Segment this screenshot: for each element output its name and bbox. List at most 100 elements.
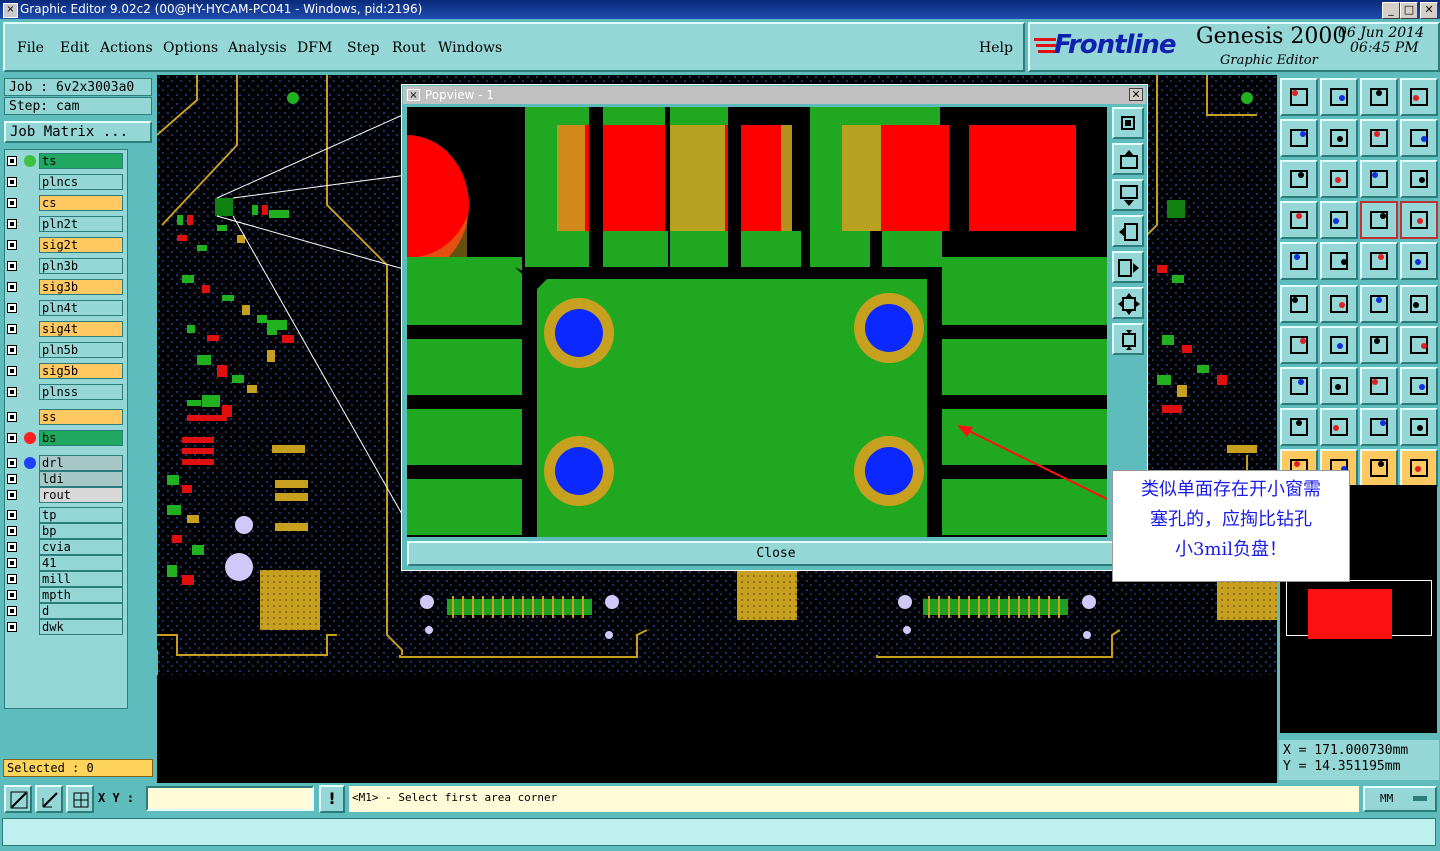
layer-row-d[interactable]: d — [4, 603, 126, 620]
menu-dfm[interactable]: DFM — [297, 40, 332, 56]
layer-checkbox[interactable] — [7, 219, 17, 229]
popview-pan-right-icon[interactable] — [1112, 251, 1144, 283]
layer-row-plncs[interactable]: plncs — [4, 174, 126, 191]
layer-row-ldi[interactable]: ldi — [4, 471, 126, 488]
group-icon[interactable] — [1400, 367, 1438, 405]
layer-checkbox[interactable] — [7, 490, 17, 500]
menu-actions[interactable]: Actions — [100, 40, 153, 56]
layer-row-drl[interactable]: drl — [4, 455, 126, 472]
measure-icon[interactable] — [1360, 367, 1398, 405]
layer-row-mill[interactable]: mill — [4, 571, 126, 588]
menu-windows[interactable]: Windows — [438, 40, 502, 56]
connect-icon[interactable] — [1280, 285, 1318, 323]
add-pad-icon[interactable] — [1280, 242, 1318, 280]
layer-row-ts[interactable]: ts — [4, 153, 126, 170]
layer-row-pln5b[interactable]: pln5b — [4, 342, 126, 359]
triangle-edge-icon[interactable] — [1400, 408, 1438, 446]
segment-icon[interactable] — [1360, 285, 1398, 323]
layer-row-pln2t[interactable]: pln2t — [4, 216, 126, 233]
layer-checkbox[interactable] — [7, 345, 17, 355]
arc-icon[interactable] — [1360, 326, 1398, 364]
ruler-icon[interactable] — [1360, 242, 1398, 280]
layer-checkbox[interactable] — [7, 458, 17, 468]
angle-icon[interactable] — [1280, 326, 1318, 364]
pan-down-icon[interactable] — [1320, 78, 1358, 116]
layer-select-alt-icon[interactable] — [1400, 201, 1438, 239]
layer-row-plnss[interactable]: plnss — [4, 384, 126, 401]
split-icon[interactable] — [1320, 367, 1358, 405]
popview-pan-up-icon[interactable] — [1112, 143, 1144, 175]
popview-canvas[interactable] — [407, 107, 1107, 537]
layer-checkbox[interactable] — [7, 324, 17, 334]
layer-checkbox[interactable] — [7, 542, 17, 552]
layer-row-rout[interactable]: rout — [4, 487, 126, 504]
maximize-button[interactable]: □ — [1400, 2, 1418, 19]
layer-checkbox[interactable] — [7, 156, 17, 166]
layer-row-41[interactable]: 41 — [4, 555, 126, 572]
layer-select-icon[interactable] — [1360, 201, 1398, 239]
menu-options[interactable]: Options — [163, 40, 218, 56]
triangle-icon[interactable] — [1280, 408, 1318, 446]
menu-rout[interactable]: Rout — [392, 40, 426, 56]
layer-row-tp[interactable]: tp — [4, 507, 126, 524]
units-dropdown[interactable]: MM — [1363, 786, 1437, 812]
layer-checkbox[interactable] — [7, 558, 17, 568]
grid-icon[interactable] — [1320, 201, 1358, 239]
layer-checkbox[interactable] — [7, 177, 17, 187]
layer-checkbox[interactable] — [7, 510, 17, 520]
close-window-button[interactable]: ✕ — [1420, 2, 1438, 19]
scale-one-to-two-icon[interactable] — [1360, 160, 1398, 198]
popview-zoom-in-icon[interactable] — [1112, 287, 1144, 319]
layer-checkbox[interactable] — [7, 574, 17, 584]
popview-close-button[interactable]: Close — [407, 541, 1145, 566]
line-icon[interactable] — [1320, 326, 1358, 364]
menu-analysis[interactable]: Analysis — [228, 40, 287, 56]
xy-input[interactable] — [146, 786, 314, 811]
home-icon[interactable] — [1360, 78, 1398, 116]
layer-row-sig5b[interactable]: sig5b — [4, 363, 126, 380]
pan-up-icon[interactable] — [1280, 78, 1318, 116]
layer-checkbox[interactable] — [7, 303, 17, 313]
fit-icon[interactable] — [1360, 119, 1398, 157]
triangle-alt-icon[interactable] — [1320, 408, 1358, 446]
layer-checkbox[interactable] — [7, 622, 17, 632]
layer-checkbox[interactable] — [7, 282, 17, 292]
move-icon[interactable] — [1280, 367, 1318, 405]
layer-checkbox[interactable] — [7, 387, 17, 397]
grid-icon[interactable] — [66, 785, 94, 813]
layer-checkbox[interactable] — [7, 412, 17, 422]
layer-checkbox[interactable] — [7, 198, 17, 208]
menu-step[interactable]: Step — [347, 40, 379, 56]
mirror-icon[interactable] — [1400, 326, 1438, 364]
triangle-fill-icon[interactable] — [1360, 408, 1398, 446]
popview-zoom-out-icon[interactable] — [1112, 323, 1144, 355]
cursor-chain-icon[interactable] — [1400, 449, 1438, 487]
layer-row-ss[interactable]: ss — [4, 409, 126, 426]
layer-row-pln4t[interactable]: pln4t — [4, 300, 126, 317]
measure-icon[interactable] — [35, 785, 63, 813]
layer-row-dwk[interactable]: dwk — [4, 619, 126, 636]
layer-row-sig3b[interactable]: sig3b — [4, 279, 126, 296]
layer-row-cvia[interactable]: cvia — [4, 539, 126, 556]
layer-row-mpth[interactable]: mpth — [4, 587, 126, 604]
pan-left-icon[interactable] — [1280, 119, 1318, 157]
cursor-diamond-icon[interactable] — [1360, 449, 1398, 487]
overview-viewport[interactable] — [1308, 589, 1392, 639]
s-curve-icon[interactable] — [1400, 119, 1438, 157]
layer-row-bp[interactable]: bp — [4, 523, 126, 540]
popview-close-icon[interactable]: ✕ — [1129, 88, 1143, 101]
menu-help[interactable]: Help — [979, 40, 1013, 56]
segment-alt-icon[interactable] — [1400, 285, 1438, 323]
layer-row-sig4t[interactable]: sig4t — [4, 321, 126, 338]
layer-row-cs[interactable]: cs — [4, 195, 126, 212]
job-matrix-button[interactable]: Job Matrix ... — [4, 121, 152, 143]
pan-right-icon[interactable] — [1320, 119, 1358, 157]
layer-row-pln3b[interactable]: pln3b — [4, 258, 126, 275]
popview-pan-down-icon[interactable] — [1112, 179, 1144, 211]
layer-row-bs[interactable]: bs — [4, 430, 126, 447]
cross-icon[interactable] — [1320, 285, 1358, 323]
menu-edit[interactable]: Edit — [60, 40, 89, 56]
circle-dashed-icon[interactable] — [1400, 242, 1438, 280]
popview-zoom-icon[interactable] — [1112, 107, 1144, 139]
alert-button[interactable]: ! — [319, 785, 345, 813]
